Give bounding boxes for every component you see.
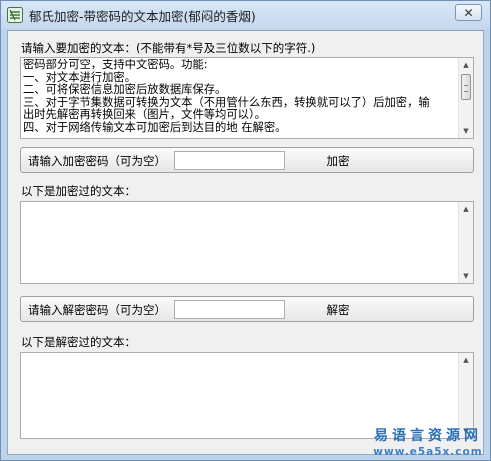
decrypt-button[interactable]: 解密 — [287, 300, 389, 319]
decrypt-password-label: 请输入解密密码（可为空） — [28, 303, 166, 317]
plain-text-content: 密码部分可空，支持中文密码。功能: 一、对文本进行加密。 二、可将保密信息加密后… — [23, 59, 430, 134]
client-area: 请输入要加密的文本：(不能带有*号及三位数以下的字符.) 密码部分可空，支持中文… — [7, 30, 484, 455]
scroll-down-icon[interactable]: ▼ — [459, 269, 473, 283]
watermark-title: 易语言资源网 — [374, 428, 482, 444]
app-icon — [7, 7, 23, 23]
watermark: 易语言资源网 www.e5a5x.com — [369, 425, 487, 458]
encrypt-bar: 请输入加密密码（可为空） 加密 — [20, 147, 474, 173]
encrypt-password-input[interactable] — [174, 151, 285, 170]
encrypt-button[interactable]: 加密 — [287, 151, 389, 170]
plain-text-scrollbar[interactable]: ▲ ▼ — [458, 58, 473, 138]
scroll-up-icon[interactable]: ▲ — [459, 353, 473, 367]
close-button[interactable]: ✕ — [455, 4, 482, 21]
decrypt-bar: 请输入解密密码（可为空） 解密 — [20, 296, 474, 322]
scroll-thumb[interactable] — [461, 74, 471, 100]
encrypted-text-scrollbar[interactable]: ▲ ▼ — [458, 202, 473, 283]
watermark-url: www.e5a5x.com — [373, 446, 483, 458]
encrypted-text-output[interactable]: ▲ ▼ — [20, 201, 474, 284]
plain-text-label: 请输入要加密的文本：(不能带有*号及三位数以下的字符.) — [21, 41, 316, 55]
app-window: 郁氏加密-带密码的文本加密(郁闷的香烟) ✕ 请输入要加密的文本：(不能带有*号… — [0, 0, 491, 461]
title-bar[interactable]: 郁氏加密-带密码的文本加密(郁闷的香烟) ✕ — [1, 1, 490, 29]
decrypted-text-label: 以下是解密过的文本： — [21, 335, 136, 349]
scroll-down-icon[interactable]: ▼ — [459, 124, 473, 138]
decrypt-password-input[interactable] — [174, 300, 285, 319]
scroll-up-icon[interactable]: ▲ — [459, 58, 473, 72]
close-icon: ✕ — [463, 5, 474, 20]
window-title: 郁氏加密-带密码的文本加密(郁闷的香烟) — [29, 9, 256, 24]
encrypt-password-label: 请输入加密密码（可为空） — [28, 154, 166, 168]
scroll-up-icon[interactable]: ▲ — [459, 202, 473, 216]
plain-text-input[interactable]: 密码部分可空，支持中文密码。功能: 一、对文本进行加密。 二、可将保密信息加密后… — [20, 57, 474, 139]
encrypted-text-label: 以下是加密过的文本： — [21, 184, 136, 198]
